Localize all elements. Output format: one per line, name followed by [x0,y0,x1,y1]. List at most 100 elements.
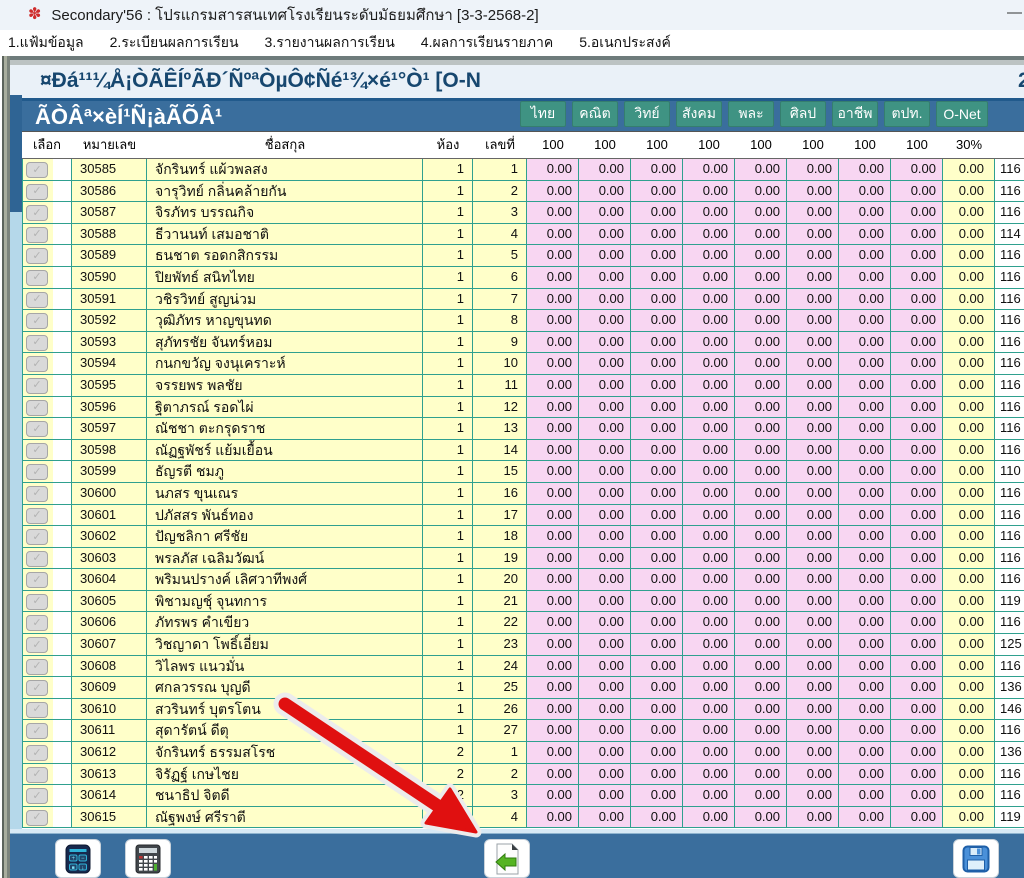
table-row[interactable]: ✓30604พริมนปรางค์ เลิศวาทีพงศ์1200.000.0… [22,569,1024,591]
score-cell[interactable]: 0.00 [787,202,839,224]
score-cell[interactable]: 0.00 [527,267,579,289]
score-cell[interactable]: 0.00 [631,418,683,440]
score-cell[interactable]: 0.00 [891,634,943,656]
score-cell[interactable]: 0.00 [839,224,891,246]
onet-score-cell[interactable]: 0.00 [943,159,995,181]
score-cell[interactable]: 0.00 [891,612,943,634]
score-cell[interactable]: 0.00 [683,181,735,203]
score-cell[interactable]: 0.00 [735,764,787,786]
score-cell[interactable]: 0.00 [839,742,891,764]
score-cell[interactable]: 0.00 [839,699,891,721]
score-cell[interactable]: 0.00 [839,656,891,678]
checkbox[interactable]: ✓ [26,270,48,286]
import-button[interactable] [484,839,530,878]
score-cell[interactable]: 0.00 [891,418,943,440]
score-cell[interactable]: 0.00 [891,526,943,548]
score-cell[interactable]: 0.00 [839,461,891,483]
score-cell[interactable]: 0.00 [787,289,839,311]
score-cell[interactable]: 0.00 [631,397,683,419]
score-cell[interactable]: 0.00 [787,785,839,807]
score-cell[interactable]: 0.00 [579,677,631,699]
score-cell[interactable]: 0.00 [579,310,631,332]
score-cell[interactable]: 0.00 [579,353,631,375]
score-cell[interactable]: 0.00 [631,332,683,354]
onet-score-cell[interactable]: 0.00 [943,699,995,721]
score-cell[interactable]: 0.00 [787,483,839,505]
table-row[interactable]: ✓30592วุฒิภัทร หาญขุนทด180.000.000.000.0… [22,310,1024,332]
score-cell[interactable]: 0.00 [787,224,839,246]
score-cell[interactable]: 0.00 [631,720,683,742]
checkbox[interactable]: ✓ [26,572,48,588]
score-cell[interactable]: 0.00 [683,375,735,397]
checkbox[interactable]: ✓ [26,615,48,631]
score-cell[interactable]: 0.00 [735,807,787,829]
subject-button-7[interactable]: อาชีพ [832,101,878,127]
score-cell[interactable]: 0.00 [527,332,579,354]
checkbox[interactable]: ✓ [26,529,48,545]
onet-score-cell[interactable]: 0.00 [943,224,995,246]
score-cell[interactable]: 0.00 [891,440,943,462]
score-cell[interactable]: 0.00 [891,375,943,397]
score-cell[interactable]: 0.00 [891,742,943,764]
score-cell[interactable]: 0.00 [579,807,631,829]
score-cell[interactable]: 0.00 [787,764,839,786]
score-cell[interactable]: 0.00 [839,764,891,786]
onet-score-cell[interactable]: 0.00 [943,267,995,289]
score-cell[interactable]: 0.00 [891,332,943,354]
score-cell[interactable]: 0.00 [579,720,631,742]
score-cell[interactable]: 0.00 [631,785,683,807]
score-cell[interactable]: 0.00 [683,634,735,656]
score-cell[interactable]: 0.00 [683,785,735,807]
table-row[interactable]: ✓30600นภสร ขุนเณร1160.000.000.000.000.00… [22,483,1024,505]
score-cell[interactable]: 0.00 [839,181,891,203]
score-cell[interactable]: 0.00 [891,785,943,807]
score-cell[interactable]: 0.00 [735,202,787,224]
score-cell[interactable]: 0.00 [839,289,891,311]
score-cell[interactable]: 0.00 [527,418,579,440]
checkbox[interactable]: ✓ [26,443,48,459]
score-cell[interactable]: 0.00 [631,764,683,786]
onet-score-cell[interactable]: 0.00 [943,202,995,224]
score-cell[interactable]: 0.00 [527,483,579,505]
onet-score-cell[interactable]: 0.00 [943,569,995,591]
table-row[interactable]: ✓30614ชนาธิป จิตดี230.000.000.000.000.00… [22,785,1024,807]
score-cell[interactable]: 0.00 [579,785,631,807]
score-cell[interactable]: 0.00 [787,440,839,462]
score-cell[interactable]: 0.00 [787,310,839,332]
score-cell[interactable]: 0.00 [527,375,579,397]
table-row[interactable]: ✓30599ธัญรตี ชมภู1150.000.000.000.000.00… [22,461,1024,483]
menu-item-1[interactable]: 1.แฟ้มข้อมูล [8,32,84,54]
table-row[interactable]: ✓30596ฐิตาภรณ์ รอดไผ่1120.000.000.000.00… [22,397,1024,419]
score-cell[interactable]: 0.00 [683,612,735,634]
onet-score-cell[interactable]: 0.00 [943,720,995,742]
score-cell[interactable]: 0.00 [631,634,683,656]
score-cell[interactable]: 0.00 [579,181,631,203]
score-cell[interactable]: 0.00 [527,764,579,786]
score-cell[interactable]: 0.00 [891,548,943,570]
score-cell[interactable]: 0.00 [839,245,891,267]
score-cell[interactable]: 0.00 [527,526,579,548]
score-cell[interactable]: 0.00 [527,612,579,634]
menu-item-5[interactable]: 5.อเนกประสงค์ [579,32,671,54]
onet-score-cell[interactable]: 0.00 [943,505,995,527]
onet-score-cell[interactable]: 0.00 [943,548,995,570]
onet-score-cell[interactable]: 0.00 [943,656,995,678]
score-cell[interactable]: 0.00 [839,720,891,742]
score-cell[interactable]: 0.00 [631,267,683,289]
subject-button-1[interactable]: ไทย [520,101,566,127]
onet-score-cell[interactable]: 0.00 [943,397,995,419]
score-cell[interactable]: 0.00 [527,397,579,419]
score-cell[interactable]: 0.00 [735,289,787,311]
score-cell[interactable]: 0.00 [891,289,943,311]
score-cell[interactable]: 0.00 [631,289,683,311]
score-cell[interactable]: 0.00 [787,353,839,375]
score-cell[interactable]: 0.00 [839,375,891,397]
table-row[interactable]: ✓30598ณัฏฐพัชร์ แย้มเยื้อน1140.000.000.0… [22,440,1024,462]
score-cell[interactable]: 0.00 [631,656,683,678]
onet-score-cell[interactable]: 0.00 [943,353,995,375]
score-cell[interactable]: 0.00 [579,224,631,246]
onet-score-cell[interactable]: 0.00 [943,310,995,332]
score-cell[interactable]: 0.00 [631,807,683,829]
table-row[interactable]: ✓30590ปิยพัทธ์ สนิทไทย160.000.000.000.00… [22,267,1024,289]
checkbox[interactable]: ✓ [26,594,48,610]
